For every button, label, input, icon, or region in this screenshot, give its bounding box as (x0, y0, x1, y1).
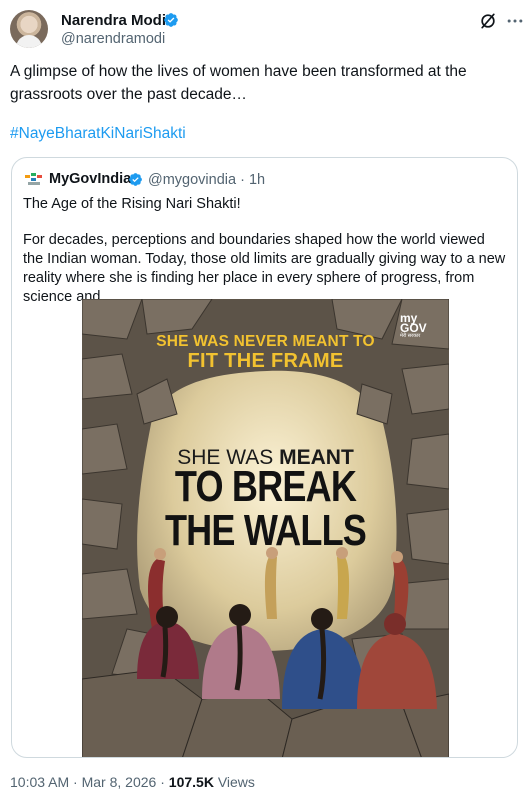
quoted-body-text: For decades, perceptions and boundaries … (23, 232, 506, 305)
views-label: Views (217, 774, 255, 790)
more-icon[interactable] (505, 11, 525, 31)
poster-headline-top: SHE WAS NEVER MEANT TO (156, 333, 375, 350)
post-time[interactable]: 10:03 AM (10, 774, 69, 790)
avatar[interactable] (10, 10, 48, 48)
separator: · (240, 172, 245, 188)
quoted-post[interactable]: MyGovIndia @mygovindia · 1h The Age of t… (11, 157, 518, 758)
post-date[interactable]: Mar 8, 2026 (82, 774, 157, 790)
quoted-author-name: MyGovIndia (49, 171, 132, 187)
author-name[interactable]: Narendra Modi (61, 12, 166, 29)
poster-image[interactable]: my GOV मेरी सरकार SHE WAS NEVER MEANT TO F… (82, 299, 449, 757)
poster-break-line2: THE WALLS (164, 506, 367, 555)
views-count: 107.5K (168, 774, 214, 790)
post-header: Narendra Modi @narendramodi (10, 10, 523, 50)
quoted-title-line: The Age of the Rising Nari Shakti! (23, 196, 241, 212)
verified-badge-icon (129, 173, 142, 186)
separator: · (160, 774, 165, 790)
mygov-logo-icon (25, 173, 42, 185)
post-meta: 10:03 AM · Mar 8, 2026 · 107.5K Views (10, 774, 255, 790)
hashtag-link[interactable]: #NayeBharatKiNariShakti (10, 125, 186, 143)
separator: · (73, 774, 78, 790)
author-handle[interactable]: @narendramodi (61, 31, 165, 47)
quoted-author-handle: @mygovindia (148, 172, 237, 188)
poster-headline-emph: FIT THE FRAME (187, 350, 344, 372)
verified-badge-icon (164, 13, 178, 27)
poster-break-line1: TO BREAK (174, 462, 357, 511)
post-text: A glimpse of how the lives of women have… (10, 63, 467, 103)
grok-icon[interactable] (478, 11, 498, 31)
quoted-handle-time: @mygovindia · 1h (148, 172, 265, 188)
quoted-time: 1h (248, 172, 266, 188)
